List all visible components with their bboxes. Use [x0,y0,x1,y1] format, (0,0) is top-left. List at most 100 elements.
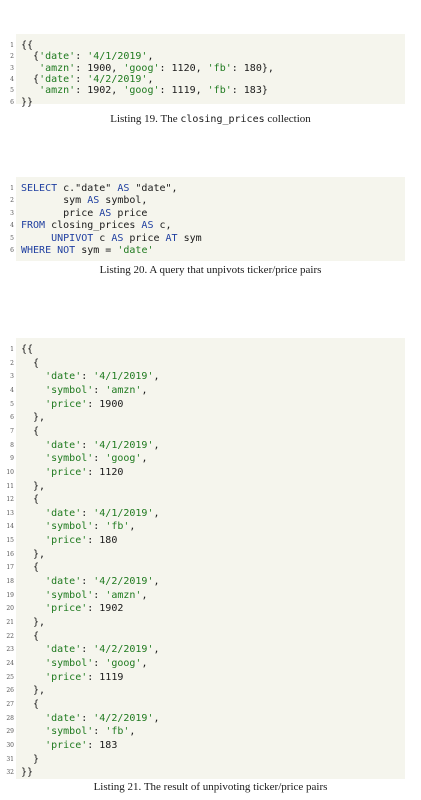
code-text: } [21,753,40,765]
line-number: 13 [6,509,14,517]
code-text: {{ [21,344,34,355]
line-number: 6 [10,98,14,106]
line-number: 29 [6,728,14,736]
line-number: 22 [6,632,14,640]
code-text: 'symbol': 'amzn', [45,589,148,601]
code-text: }, [21,412,46,424]
line-number: 18 [6,578,14,586]
code-text: }, [21,617,46,628]
code-text: 'amzn': 1902, 'goog': 1119, 'fb': 183} [39,85,268,97]
caption-text: The closing_prices collection [160,113,311,125]
line-number: 30 [6,741,14,749]
line-number: 32 [6,769,14,777]
code-text: { [21,630,40,642]
line-number: 9 [10,455,14,463]
code-text: { [21,357,40,369]
code-text: 'price': 1902 [45,603,124,615]
caption-label: Listing 19. [110,113,158,125]
line-number: 1 [10,42,14,49]
code-text: { [21,698,40,710]
line-number: 23 [6,646,14,654]
code-text: 'date': '4/2/2019', [45,576,160,588]
line-number: 16 [6,550,14,558]
code-text: 'amzn': 1900, 'goog': 1120, 'fb': 180}, [39,62,274,74]
line-number: 2 [10,197,14,205]
code-text: UNPIVOT c AS price AT sym [51,232,202,244]
code-text: 'symbol': 'fb', [45,726,136,738]
code-text: { [21,425,40,437]
code-text: price AS price [21,207,148,219]
line-number: 3 [10,209,14,217]
code-text: SELECT c."date" AS "date", [21,183,178,194]
code-text: 'price': 1900 [45,398,124,410]
code-text: }, [21,685,46,697]
code-block: 1 {{ 2 {'date': '4/1/2019', 3 'amzn': 1900,… [10,34,405,108]
line-number: 2 [10,53,14,61]
code-text: FROM closing_prices AS c, [21,220,172,232]
code-text: 'symbol': 'goog', [45,453,148,465]
line-number: 8 [10,441,14,449]
code-block: 1 SELECT c."date" AS "date", 2 sym AS symb… [10,177,405,261]
line-number: 27 [6,700,14,708]
code-text: WHERE NOT sym = 'date' [21,245,154,256]
line-number: 1 [10,346,14,353]
code-text: }} [21,767,34,779]
code-text: { [21,562,40,574]
code-text: sym AS symbol, [21,195,148,207]
code-text: 'symbol': 'goog', [45,657,148,669]
code-text: { [21,494,40,506]
caption-text: The result of unpivoting ticker/price pa… [143,781,328,793]
line-number: 10 [6,468,14,476]
line-number: 12 [6,496,14,504]
code-text: 'price': 183 [45,739,118,751]
line-number: 25 [6,673,14,681]
line-number: 6 [10,414,14,422]
line-number: 20 [6,605,14,613]
code-text: 'date': '4/2/2019', [45,712,160,724]
code-text: 'price': 1119 [45,671,124,683]
line-number: 2 [10,359,14,367]
line-number: 4 [10,222,14,230]
line-number: 5 [10,400,14,408]
code-text: 'date': '4/1/2019', [45,439,160,451]
line-number: 7 [10,427,14,435]
line-number: 4 [10,75,14,83]
line-number: 11 [6,482,14,490]
line-number: 31 [6,755,14,763]
code-text: 'date': '4/1/2019', [45,371,160,383]
line-number: 5 [10,234,14,242]
line-number: 4 [10,386,14,394]
line-number: 14 [6,523,14,531]
line-number: 28 [6,714,14,722]
line-number: 26 [6,687,14,695]
code-text: }} [21,96,34,108]
code-block: 1{{2 {3 'date': '4/1/2019', 4 'symbol': '… [6,338,405,779]
listing-caption: Listing 19. The closing_prices collectio… [0,113,421,125]
code-text: 'symbol': 'fb', [45,521,136,533]
caption-label: Listing 20. [99,264,148,276]
line-number: 1 [10,185,14,192]
listing-caption: Listing 20. A query that unpivots ticker… [0,264,421,276]
code-text: }, [21,548,46,560]
caption-label: Listing 21. [93,781,142,793]
line-number: 15 [6,537,14,545]
line-number: 24 [6,659,14,667]
code-text: 'date': '4/2/2019', [45,644,160,656]
line-number: 21 [6,619,14,626]
code-text: 'price': 1120 [45,466,124,478]
code-text: {'date': '4/1/2019', [21,51,154,63]
line-number: 3 [10,373,14,381]
line-number: 19 [6,591,14,599]
code-text: 'date': '4/1/2019', [45,507,160,519]
code-text: }, [21,480,46,492]
code-text: {'date': '4/2/2019', [21,73,154,85]
listing-caption: Listing 21. The result of unpivoting tic… [0,781,421,793]
line-number: 3 [10,64,14,72]
caption-text: A query that unpivots ticker/price pairs [149,264,322,276]
line-number: 5 [10,87,14,95]
line-number: 17 [6,564,14,572]
line-number: 6 [10,247,14,254]
code-text: 'symbol': 'amzn', [45,384,148,396]
code-text: 'price': 180 [45,535,118,547]
code-text: {{ [21,40,34,51]
